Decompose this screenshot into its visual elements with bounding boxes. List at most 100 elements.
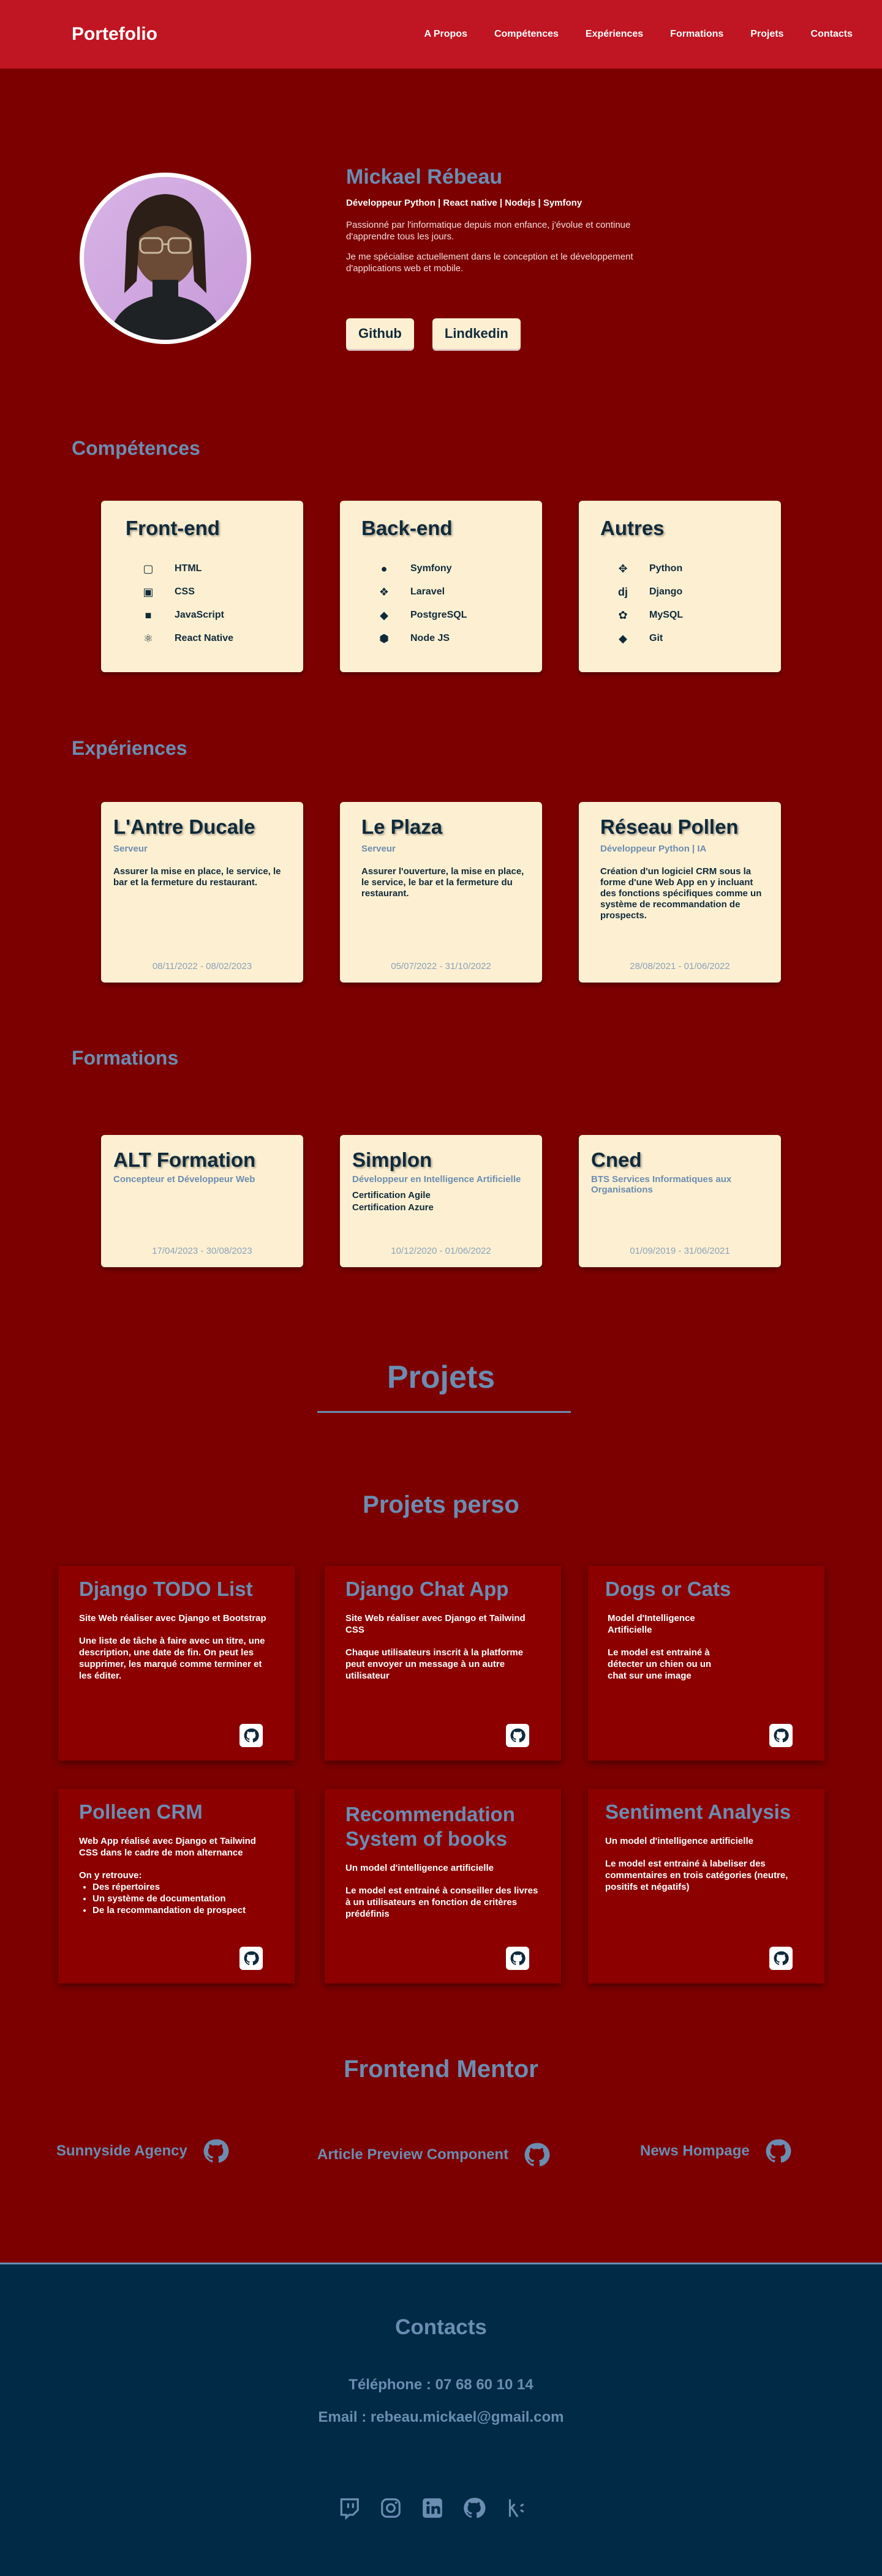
skill-label: CSS	[175, 586, 195, 597]
django-icon: dj	[618, 585, 628, 598]
github-icon[interactable]	[461, 2495, 488, 2522]
mysql-icon: ✿	[618, 608, 628, 621]
formation-dates: 10/12/2020 - 01/06/2022	[391, 1246, 491, 1256]
experiences-title: Expériences	[72, 737, 187, 759]
javascript-icon: ■	[145, 608, 152, 621]
nav-links: A Propos Compétences Expériences Formati…	[424, 29, 853, 40]
skill-card-title: Autres	[600, 517, 665, 539]
contact-email[interactable]: Email : rebeau.mickael@gmail.com	[0, 2409, 882, 2426]
formation-diploma: Concepteur et Développeur Web	[113, 1174, 255, 1185]
project-github-button[interactable]	[506, 1947, 529, 1970]
nav-link-formations[interactable]: Formations	[670, 29, 723, 40]
skill-item: ◆ PostgreSQL	[361, 604, 542, 627]
frontend-mentor-label: Article Preview Component	[317, 2146, 509, 2163]
skill-label: HTML	[175, 563, 202, 574]
avatar-photo	[84, 177, 247, 340]
project-card-polleen-crm: Polleen CRM Web App réalisé avec Django …	[58, 1789, 295, 1983]
hero-role: Développeur Python | React native | Node…	[346, 198, 582, 208]
nav-link-experiences[interactable]: Expériences	[586, 29, 643, 40]
github-icon	[510, 1951, 526, 1966]
formation-card-cned: Cned BTS Services Informatiques aux Orga…	[579, 1135, 781, 1267]
skill-item: ✿ MySQL	[600, 604, 781, 627]
skill-card-title: Back-end	[361, 517, 453, 539]
project-card-recommendation: Recommendation System of books Un model …	[325, 1789, 561, 1983]
project-github-button[interactable]	[239, 1724, 263, 1747]
formation-card-simplon: Simplon Développeur en Intelligence Arti…	[340, 1135, 542, 1267]
hero-buttons: Github Lindkedin	[346, 318, 521, 349]
css3-icon: ▣	[143, 585, 154, 598]
experience-title: Le Plaza	[361, 815, 443, 838]
python-icon: ✥	[618, 562, 628, 575]
linkedin-button[interactable]: Lindkedin	[432, 318, 521, 349]
hero-name: Mickael Rébeau	[346, 165, 503, 189]
react-icon: ⚛	[143, 632, 154, 645]
github-button[interactable]: Github	[346, 318, 414, 349]
github-icon	[774, 1951, 789, 1966]
kaggle-icon[interactable]	[502, 2495, 529, 2522]
project-title: Django TODO List	[79, 1578, 253, 1600]
frontend-mentor-item[interactable]: Sunnyside Agency	[56, 2138, 229, 2165]
experience-desc: Assurer l'ouverture, la mise en place, l…	[361, 866, 524, 899]
project-feature: De la recommandation de prospect	[92, 1904, 274, 1916]
experience-card-le-plaza: Le Plaza Serveur Assurer l'ouverture, la…	[340, 802, 542, 983]
project-card-sentiment: Sentiment Analysis Un model d'intelligen…	[588, 1789, 824, 1983]
nodejs-icon: ⬢	[379, 632, 389, 645]
project-desc: Le model est entrainé à labeliser des co…	[605, 1859, 788, 1892]
project-desc: Le model est entrainé à conseiller des l…	[345, 1885, 538, 1919]
project-feature: Un système de documentation	[92, 1893, 274, 1904]
nav-link-projets[interactable]: Projets	[750, 29, 783, 40]
nav-link-competences[interactable]: Compétences	[494, 29, 559, 40]
twitch-icon[interactable]	[336, 2495, 363, 2522]
project-feature-list: Des répertoires Un système de documentat…	[92, 1881, 274, 1916]
frontend-mentor-item[interactable]: News Hompage	[640, 2138, 791, 2165]
formation-dates: 17/04/2023 - 30/08/2023	[152, 1246, 252, 1256]
hero-text: Mickael Rébeau Développeur Python | Reac…	[346, 165, 652, 274]
linkedin-icon[interactable]	[419, 2495, 446, 2522]
skill-item: ▣ CSS	[126, 580, 303, 604]
experience-title: Réseau Pollen	[600, 815, 739, 838]
formations-title: Formations	[72, 1047, 179, 1069]
projets-perso-title: Projets perso	[363, 1491, 519, 1518]
project-github-button[interactable]	[769, 1947, 793, 1970]
hero-specialty: Je me spécialise actuellement dans le co…	[346, 252, 633, 274]
nav-link-contacts[interactable]: Contacts	[811, 29, 853, 40]
project-github-button[interactable]	[769, 1724, 793, 1747]
frontend-mentor-item[interactable]: Article Preview Component	[317, 2141, 550, 2168]
project-title: Polleen CRM	[79, 1800, 203, 1823]
formation-title: Simplon	[352, 1148, 432, 1171]
project-github-button[interactable]	[239, 1947, 263, 1970]
formation-diploma: Développeur en Intelligence Artificielle	[352, 1174, 521, 1185]
project-summary: Site Web réaliser avec Django et Tailwin…	[345, 1613, 526, 1635]
contact-phone[interactable]: Téléphone : 07 68 60 10 14	[0, 2376, 882, 2394]
experience-card-reseau-pollen: Réseau Pollen Développeur Python | IA Cr…	[579, 802, 781, 983]
navbar: Portefolio A Propos Compétences Expérien…	[0, 0, 882, 69]
project-feature: Des répertoires	[92, 1881, 274, 1893]
skill-label: PostgreSQL	[410, 610, 467, 620]
formation-certification: Certification Agile	[352, 1190, 431, 1200]
hero-intro: Passionné par l'informatique depuis mon …	[346, 220, 631, 242]
github-icon	[244, 1728, 259, 1743]
formation-title: Cned	[591, 1148, 642, 1171]
formation-diploma: BTS Services Informatiques aux Organisat…	[591, 1174, 732, 1195]
github-icon	[203, 2139, 229, 2163]
project-github-button[interactable]	[506, 1724, 529, 1747]
skill-label: React Native	[175, 633, 234, 643]
symfony-icon: ●	[380, 562, 388, 575]
experience-role: Développeur Python | IA	[600, 844, 707, 854]
skill-label: Laravel	[410, 586, 445, 597]
project-summary: Site Web réaliser avec Django et Bootstr…	[79, 1613, 266, 1623]
skill-item: ⚛ React Native	[126, 627, 303, 650]
project-title: Sentiment Analysis	[605, 1800, 791, 1823]
laravel-icon: ❖	[379, 585, 390, 598]
experience-card-antre-ducale: L'Antre Ducale Serveur Assurer la mise e…	[101, 802, 303, 983]
experience-role: Serveur	[361, 844, 396, 854]
brand-logo[interactable]: Portefolio	[72, 24, 157, 45]
instagram-icon[interactable]	[377, 2495, 404, 2522]
github-icon	[510, 1728, 526, 1743]
experience-dates: 05/07/2022 - 31/10/2022	[391, 961, 491, 972]
project-desc: Chaque utilisateurs inscrit à la platfor…	[345, 1647, 524, 1681]
nav-link-a-propos[interactable]: A Propos	[424, 29, 467, 40]
project-desc: Le model est entrainé à détecter un chie…	[608, 1647, 712, 1681]
skill-item: dj Django	[600, 580, 781, 604]
avatar	[80, 173, 251, 344]
